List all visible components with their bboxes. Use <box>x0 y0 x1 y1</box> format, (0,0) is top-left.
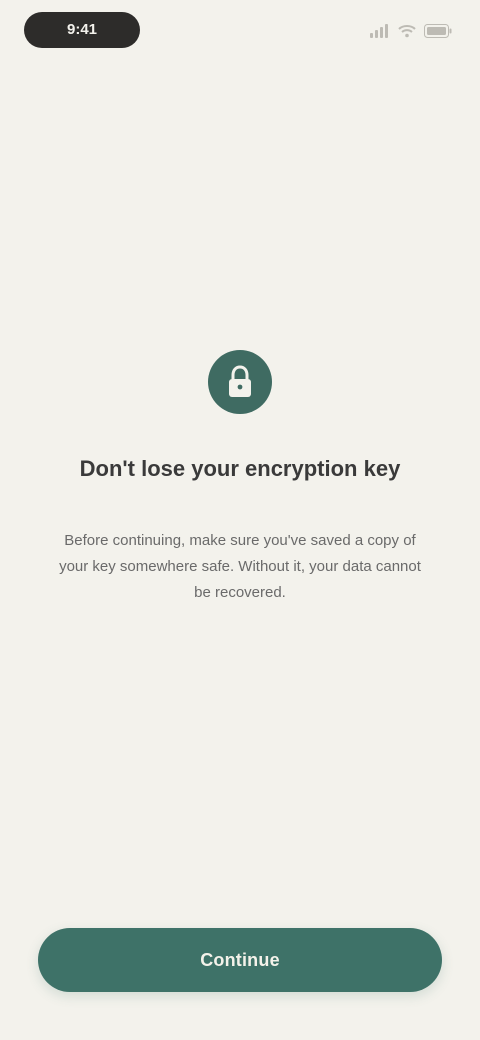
continue-button[interactable]: Continue <box>38 928 442 992</box>
content-area: Don't lose your encryption key Before co… <box>0 350 480 606</box>
page-title: Don't lose your encryption key <box>79 456 401 481</box>
battery-icon <box>424 24 452 38</box>
status-bar: 9:41 <box>0 0 480 64</box>
status-icons <box>352 20 452 42</box>
page-description: Before continuing, make sure you've save… <box>59 532 421 601</box>
wifi-icon <box>398 25 416 38</box>
status-time: 9:41 <box>24 12 140 48</box>
signal-icon <box>370 24 388 38</box>
lock-icon <box>208 350 272 414</box>
